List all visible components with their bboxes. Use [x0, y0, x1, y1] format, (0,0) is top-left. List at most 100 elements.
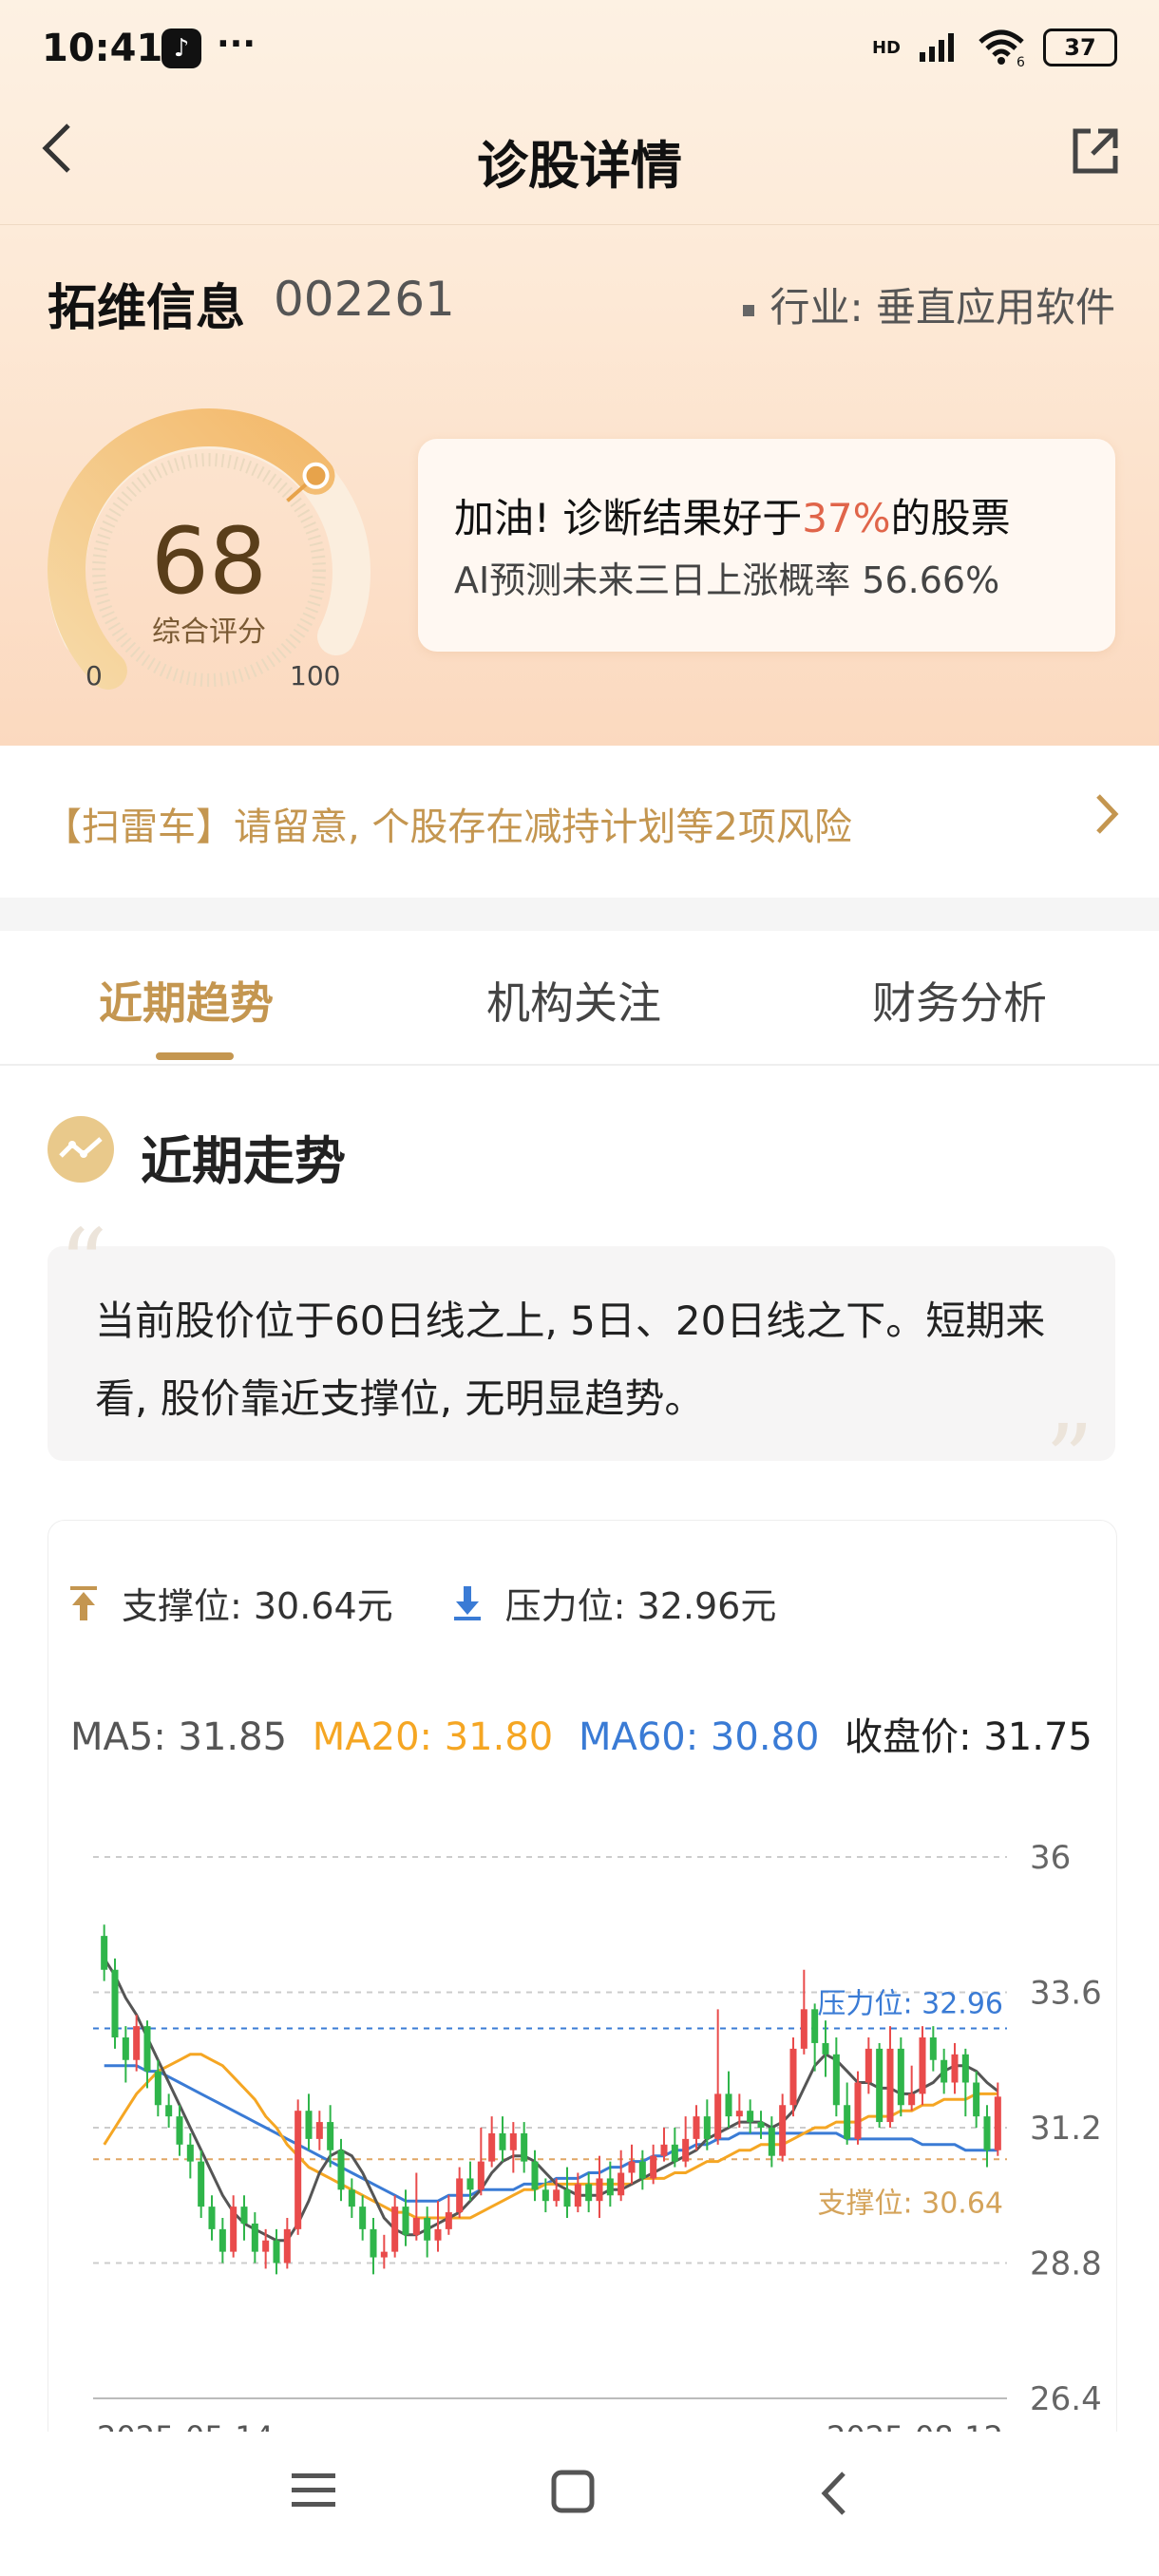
risk-warning-text: 【扫雷车】请留意, 个股存在减持计划等2项风险 [44, 805, 852, 849]
diagnosis-percent: 37% [802, 495, 891, 541]
candle-body [919, 2037, 926, 2094]
candle-body [951, 2054, 959, 2083]
candle-body [671, 2144, 678, 2162]
chevron-right-icon[interactable] [1092, 790, 1121, 850]
more-notifications-icon: ··· [217, 25, 256, 64]
ma60-value: MA60: 30.80 [578, 1715, 820, 1759]
candle-body [585, 2184, 593, 2202]
candle-body [165, 2105, 173, 2117]
gauge-max: 100 [290, 660, 341, 691]
candle-body [542, 2189, 549, 2202]
candle-body [822, 2042, 829, 2055]
candle-body [779, 2105, 787, 2156]
candle-body [424, 2218, 431, 2241]
candle-body [337, 2150, 345, 2190]
candle-body [897, 2048, 904, 2106]
tiktok-icon: ♪ [162, 28, 201, 68]
tab-institution[interactable]: 机构关注 [486, 969, 661, 1032]
industry-label: 行业: 垂直应用软件 [743, 275, 1115, 333]
candle-body [305, 2111, 313, 2139]
diagnosis-summary: 加油! 诊断结果好于37%的股票 [454, 486, 1011, 544]
candle-body [521, 2132, 528, 2162]
candle-body [811, 2009, 819, 2043]
candle-body [198, 2161, 205, 2207]
hd-label: HD [871, 37, 901, 58]
candle-body [230, 2207, 238, 2252]
score-value: 68 [150, 508, 268, 615]
y-tick-label: 31.2 [1030, 2110, 1102, 2148]
ai-prediction: AI预测未来三日上涨概率 56.66% [454, 559, 1000, 601]
candle-body [208, 2207, 216, 2229]
pressure-text: 压力位: 32.96元 [504, 1585, 777, 1627]
share-button[interactable] [1070, 125, 1121, 177]
score-label: 综合评分 [152, 616, 266, 649]
candle-body [768, 2128, 775, 2156]
status-icons: HD 6 37 [872, 28, 1117, 66]
candlestick-chart: 3633.631.228.826.4压力位: 32.96支撑位: 30.6420… [93, 1839, 1102, 2451]
candle-body [650, 2155, 657, 2179]
candle-body [434, 2228, 442, 2241]
candle-body [240, 2207, 248, 2224]
candle-body [499, 2132, 506, 2150]
candle-body [725, 2093, 732, 2117]
candle-body [154, 2071, 162, 2106]
candle-body [133, 2026, 141, 2060]
candle-body [315, 2122, 323, 2139]
candle-body [618, 2172, 625, 2196]
tab-indicator [156, 1052, 234, 1060]
candle-body [186, 2144, 194, 2162]
diagnosis-prefix: 加油! 诊断结果好于 [454, 495, 803, 541]
candle-body [940, 2059, 948, 2083]
y-tick-label: 26.4 [1030, 2380, 1102, 2418]
ma-legend: MA5: 31.85 MA20: 31.80 MA60: 30.80 收盘价: … [70, 1706, 1092, 1761]
candle-body [251, 2223, 258, 2252]
gauge-min: 0 [86, 660, 103, 691]
candle-body [961, 2054, 969, 2083]
menu-button[interactable] [290, 2470, 337, 2515]
candle-body [693, 2116, 700, 2139]
candle-body [456, 2178, 464, 2213]
candle-body [660, 2144, 668, 2156]
back-nav-button[interactable] [817, 2470, 849, 2521]
section-title: 近期走势 [141, 1131, 346, 1191]
candle-body [488, 2132, 496, 2162]
candle-body [111, 1969, 119, 2037]
close-price: 收盘价: 31.75 [845, 1715, 1092, 1759]
candle-body [348, 2189, 355, 2207]
candle-body [477, 2161, 484, 2190]
candle-body [402, 2207, 409, 2235]
menu-icon [292, 2473, 335, 2507]
candle-body [466, 2178, 474, 2190]
candle-body [218, 2228, 226, 2252]
candle-body [101, 1936, 108, 1970]
candle-body [380, 2251, 388, 2258]
tab-financial[interactable]: 财务分析 [872, 969, 1047, 1032]
candle-body [445, 2212, 452, 2229]
page-title: 诊股详情 [477, 136, 682, 196]
candle-body [283, 2228, 291, 2263]
candle-body [789, 2048, 797, 2106]
bullet-icon [743, 304, 755, 316]
candle-body [574, 2184, 581, 2207]
y-tick-label: 36 [1030, 1839, 1071, 1877]
candle-body [994, 2096, 1001, 2150]
wifi-icon: 6 [978, 29, 1025, 66]
diagnosis-suffix: 的股票 [890, 495, 1011, 541]
candle-body [908, 2093, 916, 2106]
ma60-line [104, 2064, 998, 2203]
candle-body [327, 2122, 334, 2150]
analysis-text: 当前股价位于60日线之上, 5日、20日线之下。短期来看, 股价靠近支撑位, 无… [95, 1297, 1046, 1422]
y-tick-label: 28.8 [1030, 2245, 1102, 2283]
stock-name: 拓维信息 [48, 280, 246, 337]
tab-recent-trend[interactable]: 近期趋势 [99, 969, 274, 1032]
diagnosis-card [418, 439, 1115, 652]
candle-body [714, 2093, 722, 2139]
home-icon [551, 2470, 595, 2513]
candle-body [262, 2240, 270, 2252]
home-button[interactable] [551, 2470, 595, 2517]
support-icon [70, 1585, 97, 1620]
trend-icon [48, 1116, 114, 1183]
candle-body [294, 2111, 302, 2229]
candle-body [638, 2161, 646, 2179]
candle-body [747, 2111, 754, 2123]
